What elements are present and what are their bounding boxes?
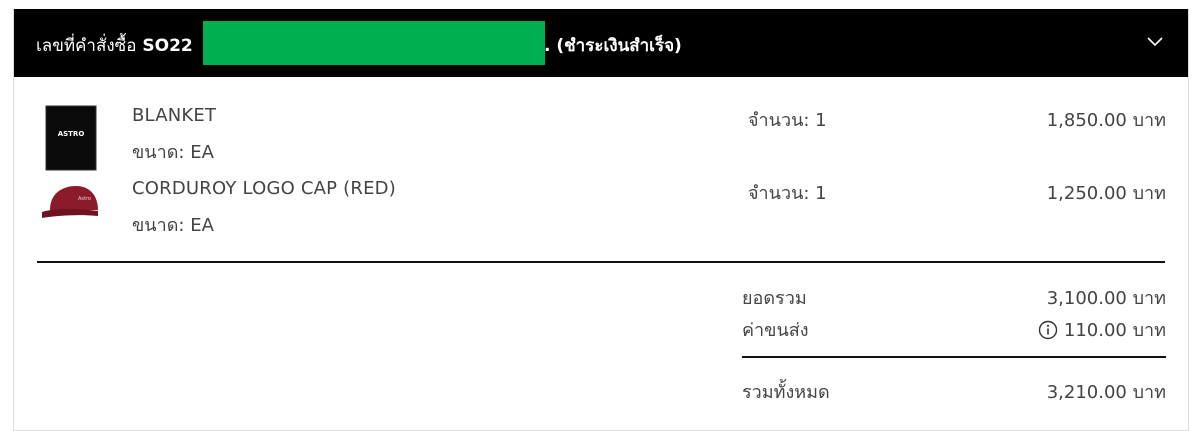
order-card: เลขที่คำสั่งซื้อ SO22 . (ชำระเงินสำเร็จ) …	[13, 9, 1189, 431]
order-item: Astro CORDUROY LOGO CAP (RED) ขนาด: EA จ…	[14, 178, 1188, 250]
item-size: ขนาด: EA	[132, 215, 214, 236]
item-quantity: จำนวน: 1	[748, 110, 827, 131]
redaction-block	[203, 21, 545, 65]
chevron-down-icon[interactable]	[1142, 29, 1168, 55]
total-label: รวมทั้งหมด	[742, 382, 830, 403]
info-icon[interactable]	[1038, 320, 1058, 340]
thumb-logo: ASTRO	[58, 130, 85, 138]
item-size: ขนาด: EA	[132, 142, 214, 163]
shipping-value-group: 110.00 บาท	[1038, 315, 1166, 344]
total-value: 3,210.00 บาท	[1046, 382, 1166, 403]
shipping-label: ค่าขนส่ง	[742, 320, 809, 341]
subtotal-row: ยอดรวม 3,100.00 บาท	[742, 283, 1166, 309]
item-name: CORDUROY LOGO CAP (RED)	[132, 178, 396, 199]
item-price: 1,250.00 บาท	[1046, 183, 1166, 204]
order-number-label: เลขที่คำสั่งซื้อ	[36, 36, 137, 56]
subtotal-label: ยอดรวม	[742, 288, 807, 309]
order-number: SO22	[142, 36, 193, 56]
order-status: . (ชำระเงินสำเร็จ)	[544, 36, 682, 56]
blanket-thumbnail: ASTRO	[36, 105, 106, 175]
summary-divider	[742, 356, 1166, 358]
order-item: ASTRO BLANKET ขนาด: EA จำนวน: 1 1,850.00…	[14, 105, 1188, 177]
item-price: 1,850.00 บาท	[1046, 110, 1166, 131]
svg-text:Astro: Astro	[78, 196, 91, 202]
total-row: รวมทั้งหมด 3,210.00 บาท	[742, 377, 1166, 403]
item-name: BLANKET	[132, 105, 217, 126]
cap-thumbnail: Astro	[36, 174, 106, 244]
shipping-row: ค่าขนส่ง 110.00 บาท	[742, 315, 1166, 341]
subtotal-value: 3,100.00 บาท	[1046, 288, 1166, 309]
item-quantity: จำนวน: 1	[748, 183, 827, 204]
items-divider	[37, 261, 1165, 263]
order-header[interactable]: เลขที่คำสั่งซื้อ SO22 . (ชำระเงินสำเร็จ)	[14, 9, 1188, 77]
shipping-value: 110.00 บาท	[1063, 320, 1166, 341]
order-title: เลขที่คำสั่งซื้อ SO22	[36, 32, 193, 59]
